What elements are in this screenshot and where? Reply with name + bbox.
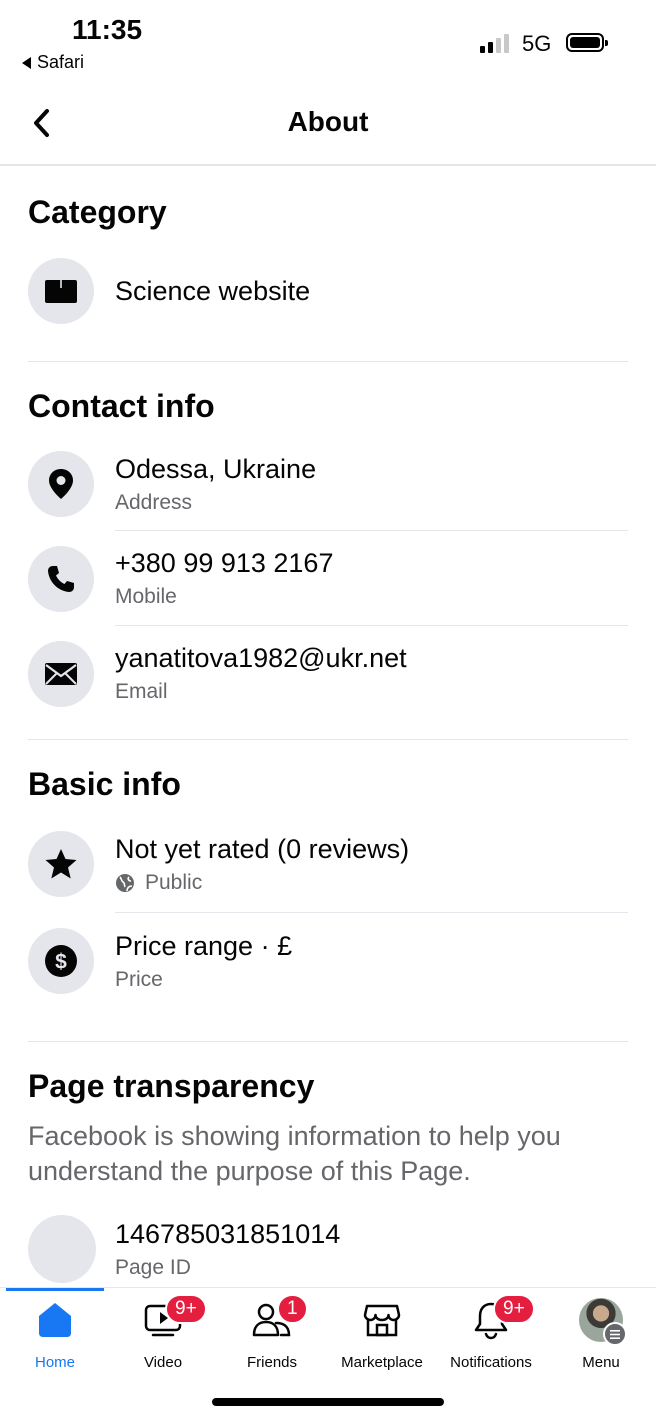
friends-badge: 1 <box>277 1294 308 1324</box>
email-value: yanatitova1982@ukr.net <box>115 643 407 673</box>
page-id-value: 146785031851014 <box>115 1218 341 1249</box>
svg-text:$: $ <box>55 951 67 974</box>
home-icon <box>39 1303 71 1337</box>
contact-email-row[interactable]: yanatitova1982@ukr.net Email <box>28 626 628 721</box>
price-value: Price range · £ <box>115 930 293 961</box>
menu-lines-icon <box>603 1322 627 1346</box>
rating-row[interactable]: Not yet rated (0 reviews) Public <box>28 815 628 913</box>
nav-bar: About <box>0 86 656 166</box>
page-id-icon-circle <box>28 1215 96 1283</box>
mobile-value: +380 99 913 2167 <box>115 548 334 578</box>
contact-address-row[interactable]: Odessa, Ukraine Address <box>28 437 628 531</box>
battery-icon <box>566 33 608 52</box>
status-time: 11:35 <box>72 14 143 45</box>
location-pin-icon <box>49 469 73 499</box>
category-title: Category <box>28 194 167 230</box>
tab-notifications-label: Notifications <box>450 1354 532 1371</box>
contact-mobile-row[interactable]: +380 99 913 2167 Mobile <box>28 531 628 626</box>
back-triangle-icon <box>22 56 31 69</box>
rating-value: Not yet rated (0 reviews) <box>115 833 410 864</box>
contact-info-title: Contact info <box>28 388 215 424</box>
envelope-icon <box>45 662 77 685</box>
address-label: Address <box>115 490 193 514</box>
tab-video[interactable]: 9+ Video <box>108 1294 218 1371</box>
notifications-badge: 9+ <box>493 1294 535 1324</box>
globe-icon <box>116 873 134 892</box>
tab-menu-label: Menu <box>582 1354 620 1371</box>
dollar-icon: $ <box>45 945 77 977</box>
price-icon-circle: $ <box>28 928 94 994</box>
tab-friends[interactable]: 1 Friends <box>217 1294 327 1371</box>
address-value: Odessa, Ukraine <box>115 453 317 484</box>
page-id-row[interactable]: 146785031851014 Page ID <box>28 1205 628 1293</box>
status-bar: 11:35 Safari 5G <box>0 0 656 80</box>
email-label: Email <box>115 680 168 703</box>
tab-notifications[interactable]: 9+ Notifications <box>436 1294 546 1371</box>
home-indicator <box>212 1398 444 1406</box>
signal-icon <box>480 33 509 53</box>
transparency-description: Facebook is showing information to help … <box>28 1121 561 1186</box>
active-tab-indicator <box>6 1288 104 1291</box>
back-to-safari[interactable]: Safari <box>22 52 84 73</box>
rating-icon-circle <box>28 831 94 897</box>
price-row[interactable]: $ Price range · £ Price <box>28 913 628 1009</box>
marketplace-icon <box>363 1304 401 1337</box>
tab-friends-label: Friends <box>246 1354 298 1371</box>
mobile-label: Mobile <box>115 585 177 608</box>
phone-icon-circle <box>28 545 94 612</box>
star-icon <box>45 849 77 879</box>
network-type: 5G <box>522 31 552 56</box>
book-icon <box>45 280 77 303</box>
price-label: Price <box>115 967 163 991</box>
category-label: Science website <box>115 275 311 306</box>
tab-marketplace[interactable]: Marketplace <box>327 1298 437 1371</box>
video-badge: 9+ <box>165 1294 207 1324</box>
basic-info-title: Basic info <box>28 766 181 802</box>
phone-icon <box>48 565 74 592</box>
address-icon-circle <box>28 451 94 517</box>
page-title: About <box>287 106 369 137</box>
tab-home[interactable]: Home <box>0 1298 110 1371</box>
email-icon-circle <box>28 640 94 707</box>
tab-home-label: Home <box>34 1354 75 1371</box>
tab-marketplace-label: Marketplace <box>341 1354 423 1371</box>
category-row[interactable]: Science website <box>28 243 628 339</box>
page-transparency-title: Page transparency <box>28 1068 315 1104</box>
about-content: Category Science website Contact info Od… <box>0 166 656 1293</box>
avatar-icon <box>579 1298 627 1346</box>
tab-video-label: Video <box>143 1354 183 1371</box>
tab-menu[interactable]: Menu <box>546 1298 656 1371</box>
page-id-label: Page ID <box>115 1255 191 1279</box>
category-icon-circle <box>28 258 94 324</box>
back-app-label: Safari <box>37 52 85 72</box>
rating-audience: Public <box>115 871 628 895</box>
audience-label: Public <box>145 870 203 894</box>
